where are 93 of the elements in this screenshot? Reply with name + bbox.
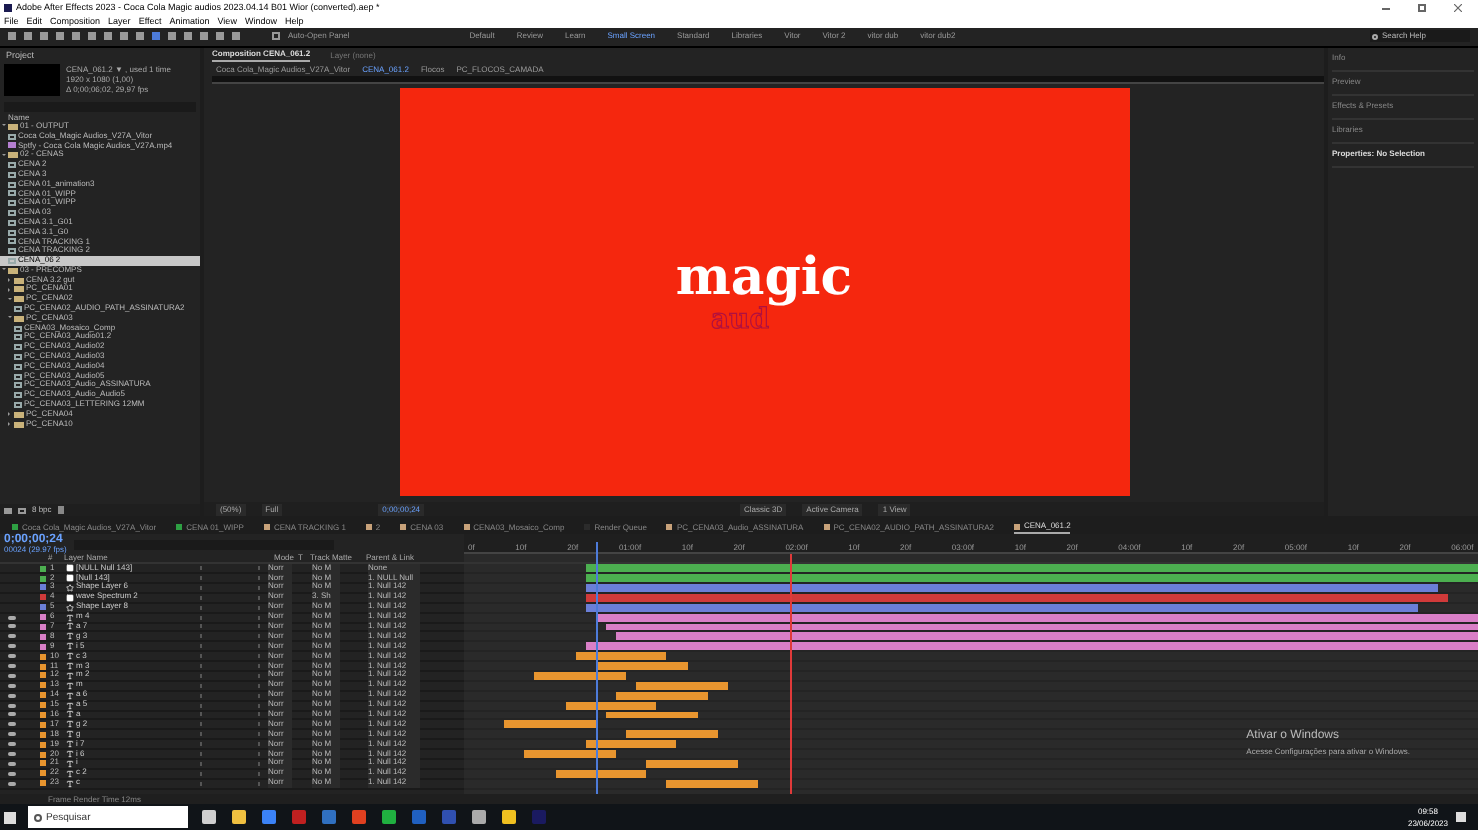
label-color-swatch[interactable] [40,653,46,660]
search-icon [1372,33,1378,40]
layer-duration-bar[interactable] [585,603,1418,612]
label-color-swatch[interactable] [40,731,46,738]
layer-clip-bar[interactable] [616,691,708,700]
eye-icon[interactable] [8,742,16,747]
layer-clip-bar[interactable] [524,750,617,758]
checkbox-icon[interactable] [272,32,280,41]
minimize-icon[interactable] [1382,7,1390,9]
layer-duration-bar[interactable] [616,632,1478,641]
label-color-swatch[interactable] [40,741,46,748]
taskbar-app-icon[interactable] [202,810,216,825]
label-color-swatch[interactable] [40,751,46,758]
search-icon [34,813,42,822]
trash-icon[interactable] [57,506,64,515]
star-icon [66,583,74,592]
label-color-swatch[interactable] [40,770,46,777]
layer-clip-bar[interactable] [534,671,627,680]
eye-icon[interactable] [8,722,16,727]
new-comp-icon[interactable] [18,507,26,514]
label-color-swatch[interactable] [40,711,46,718]
eye-icon[interactable] [8,732,16,737]
label-color-swatch[interactable] [40,780,46,787]
composition-icon [14,305,22,312]
folder-icon [8,152,18,159]
eye-icon[interactable] [8,664,16,669]
layer-duration-bar[interactable] [585,583,1438,592]
label-color-swatch[interactable] [40,565,46,572]
star-icon [66,603,74,612]
layer-duration-bar[interactable] [585,642,1478,651]
label-color-swatch[interactable] [40,575,46,581]
label-color-swatch[interactable] [40,692,46,699]
label-color-swatch[interactable] [40,760,46,767]
layer-clip-bar[interactable] [595,662,688,670]
outlined-subtitle: aud [710,305,770,334]
eye-icon[interactable] [8,761,16,766]
label-color-swatch[interactable] [40,633,46,640]
windows-start-icon[interactable] [4,811,16,824]
eye-icon[interactable] [8,624,16,629]
square-icon [66,593,74,602]
label-color-swatch[interactable] [40,663,46,670]
label-color-swatch[interactable] [40,623,46,630]
label-color-swatch[interactable] [40,614,46,621]
canvas-title: magic [675,249,853,306]
label-color-swatch[interactable] [40,604,46,611]
eye-icon[interactable] [8,693,16,698]
thumbnail-placeholder [4,63,60,96]
taskbar-app-icon[interactable] [382,810,396,825]
layer-duration-bar[interactable] [585,593,1448,602]
label-color-swatch[interactable] [40,721,46,728]
new-folder-icon[interactable] [4,507,12,514]
layer-clip-bar[interactable] [646,759,738,768]
label-color-swatch[interactable] [40,702,46,709]
label-color-swatch[interactable] [40,643,46,650]
taskbar-app-icon[interactable] [472,810,486,825]
eye-icon[interactable] [8,644,16,649]
layer-clip-bar[interactable] [565,701,657,710]
eye-icon[interactable] [8,703,16,708]
composition-icon [8,133,16,140]
layer-duration-bar[interactable] [605,623,1478,631]
layer-duration-bar[interactable] [585,564,1478,573]
taskbar-app-icon[interactable] [232,810,246,825]
footage-icon [8,142,16,149]
layer-clip-bar[interactable] [666,779,759,788]
layer-clip-bar[interactable] [555,769,647,778]
notification-icon[interactable] [1456,812,1466,823]
layer-clip-bar[interactable] [605,711,698,719]
layer-clip-bar[interactable] [585,740,677,749]
layer-duration-bar[interactable] [595,613,1478,622]
eye-icon[interactable] [8,634,16,639]
eye-icon[interactable] [8,683,16,688]
label-color-swatch[interactable] [40,672,46,679]
layer-clip-bar[interactable] [575,652,667,661]
eye-icon[interactable] [8,673,16,678]
folder-icon [8,123,18,130]
label-color-swatch[interactable] [40,594,46,601]
eye-icon[interactable] [8,752,16,757]
eye-icon[interactable] [8,654,16,659]
folder-icon [14,315,24,322]
label-color-swatch[interactable] [40,584,46,591]
layer-clip-bar[interactable] [626,730,718,739]
label-color-swatch[interactable] [40,682,46,689]
eye-icon[interactable] [8,771,16,776]
close-icon[interactable] [1454,4,1462,12]
maximize-icon[interactable] [1418,4,1426,12]
taskbar-app-icon[interactable] [502,810,516,825]
app-icon [4,4,12,12]
taskbar-app-icon[interactable] [262,810,276,825]
eye-icon[interactable] [8,615,16,620]
layer-clip-bar[interactable] [504,720,596,729]
eye-icon[interactable] [8,712,16,717]
eye-icon[interactable] [8,781,16,786]
layer-clip-bar[interactable] [636,681,728,690]
